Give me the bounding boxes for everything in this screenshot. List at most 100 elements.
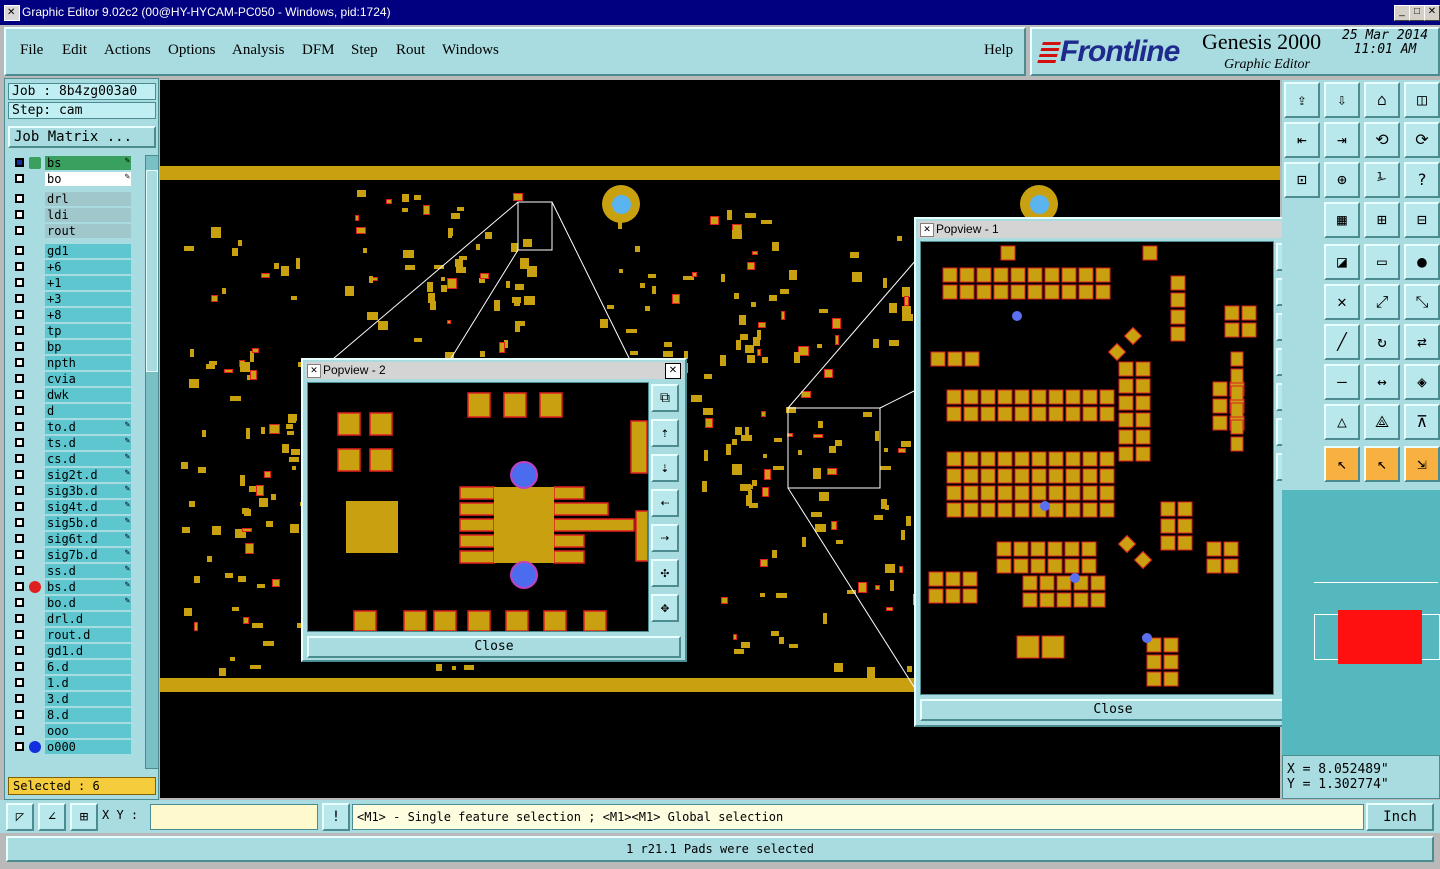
- ruler-icon[interactable]: ▭: [1364, 244, 1400, 280]
- pan-left-icon[interactable]: ⇤: [1284, 122, 1320, 158]
- layer-checkbox[interactable]: [15, 566, 24, 575]
- layer-checkbox[interactable]: [15, 678, 24, 687]
- layer-row[interactable]: gd1: [9, 243, 133, 259]
- layer-name[interactable]: bs.d: [45, 580, 131, 594]
- layer-checkbox[interactable]: [15, 518, 24, 527]
- pan-right-icon[interactable]: ⇢: [651, 524, 679, 552]
- select-pointer-icon[interactable]: ↖: [1324, 446, 1360, 482]
- layer-checkbox[interactable]: [15, 534, 24, 543]
- layer-row[interactable]: bs ✎: [9, 155, 133, 171]
- xy-input[interactable]: [150, 804, 318, 830]
- layer-checkbox[interactable]: [15, 614, 24, 623]
- layer-name[interactable]: sig7b.d: [45, 548, 131, 562]
- layer-name[interactable]: ldi: [45, 208, 131, 222]
- grid-icon[interactable]: ▦: [1324, 202, 1360, 238]
- shapes-icon[interactable]: ◈: [1404, 364, 1440, 400]
- layer-row[interactable]: bp: [9, 339, 133, 355]
- menu-actions[interactable]: Actions: [104, 42, 151, 59]
- zoom-fit-icon[interactable]: ⊡: [1284, 162, 1320, 198]
- layer-name[interactable]: o000: [45, 740, 131, 754]
- menu-file[interactable]: File: [20, 42, 43, 59]
- layer-checkbox[interactable]: [15, 210, 24, 219]
- work-layer-icon[interactable]: [29, 157, 41, 169]
- layer-checkbox[interactable]: [15, 630, 24, 639]
- snap-mode-icon[interactable]: ◸: [6, 803, 34, 831]
- unit-button[interactable]: Inch: [1366, 803, 1434, 831]
- connect-alt-icon[interactable]: ⤡: [1404, 284, 1440, 320]
- export-icon[interactable]: ⇪: [1284, 82, 1320, 118]
- pan-up-icon[interactable]: ⇡: [651, 419, 679, 447]
- grid-mode-icon[interactable]: ⊞: [70, 803, 98, 831]
- layer-row[interactable]: drl: [9, 191, 133, 207]
- layer-checkbox[interactable]: [15, 194, 24, 203]
- window-split-icon[interactable]: ◫: [1404, 82, 1440, 118]
- layer-row[interactable]: npth: [9, 355, 133, 371]
- layer-row[interactable]: tp: [9, 323, 133, 339]
- layer-checkbox[interactable]: [15, 246, 24, 255]
- layer-row[interactable]: sig3b.d ✎: [9, 483, 133, 499]
- zoom-out-icon[interactable]: ✥: [651, 594, 679, 622]
- triangle-alt-icon[interactable]: ⟁: [1364, 404, 1400, 440]
- layer-row[interactable]: rout.d: [9, 627, 133, 643]
- layer-checkbox[interactable]: [15, 438, 24, 447]
- layer-checkbox[interactable]: [15, 406, 24, 415]
- layer-name[interactable]: ooo: [45, 724, 131, 738]
- layer-checkbox[interactable]: [15, 158, 24, 167]
- popview-1-view[interactable]: [920, 241, 1274, 695]
- layer-row[interactable]: sig5b.d ✎: [9, 515, 133, 531]
- layer-checkbox[interactable]: [15, 694, 24, 703]
- layer-row[interactable]: ss.d ✎: [9, 563, 133, 579]
- triangle-icon[interactable]: △: [1324, 404, 1360, 440]
- layer-checkbox[interactable]: [15, 662, 24, 671]
- layer-row[interactable]: ts.d ✎: [9, 435, 133, 451]
- layer-checkbox[interactable]: [15, 582, 24, 591]
- layer-name[interactable]: bp: [45, 340, 131, 354]
- layer-name[interactable]: sig6t.d: [45, 532, 131, 546]
- layer-name[interactable]: to.d: [45, 420, 131, 434]
- layer-checkbox[interactable]: [15, 742, 24, 751]
- layer-checkbox[interactable]: [15, 310, 24, 319]
- layer-row[interactable]: +3: [9, 291, 133, 307]
- layer-row[interactable]: dwk: [9, 387, 133, 403]
- layer-name[interactable]: +1: [45, 276, 131, 290]
- layer-name[interactable]: npth: [45, 356, 131, 370]
- import-icon[interactable]: ⇩: [1324, 82, 1360, 118]
- layer-checkbox[interactable]: [15, 374, 24, 383]
- layer-row[interactable]: cs.d ✎: [9, 451, 133, 467]
- layer-name[interactable]: d: [45, 404, 131, 418]
- layer-checkbox[interactable]: [15, 226, 24, 235]
- layer-name[interactable]: 8.d: [45, 708, 131, 722]
- layer-list-scrollbar[interactable]: [145, 155, 159, 769]
- layer-row[interactable]: sig4t.d ✎: [9, 499, 133, 515]
- layer-row[interactable]: drl.d: [9, 611, 133, 627]
- layer-row[interactable]: 1.d: [9, 675, 133, 691]
- layer-row[interactable]: sig7b.d ✎: [9, 547, 133, 563]
- layer-name[interactable]: drl.d: [45, 612, 131, 626]
- layer-row[interactable]: rout: [9, 223, 133, 239]
- layer-name[interactable]: cvia: [45, 372, 131, 386]
- menu-edit[interactable]: Edit: [62, 42, 87, 59]
- layer-name[interactable]: +3: [45, 292, 131, 306]
- layer-checkbox[interactable]: [15, 454, 24, 463]
- angle-mode-icon[interactable]: ∠: [38, 803, 66, 831]
- zoom-center-icon[interactable]: ⊕: [1324, 162, 1360, 198]
- layer-checkbox[interactable]: [15, 342, 24, 351]
- layer-row[interactable]: ldi: [9, 207, 133, 223]
- layer-name[interactable]: 6.d: [45, 660, 131, 674]
- layer-row[interactable]: +6: [9, 259, 133, 275]
- layer-name[interactable]: ss.d: [45, 564, 131, 578]
- flip-icon[interactable]: ⇄: [1404, 324, 1440, 360]
- pan-down-icon[interactable]: ⇣: [651, 454, 679, 482]
- layer-row[interactable]: bs.d ✎: [9, 579, 133, 595]
- job-matrix-button[interactable]: Job Matrix ...: [8, 126, 156, 148]
- redo-zoom-icon[interactable]: ⟳: [1404, 122, 1440, 158]
- select-path-icon[interactable]: ⇲: [1404, 446, 1440, 482]
- layer-checkbox[interactable]: [15, 646, 24, 655]
- layer-checkbox[interactable]: [15, 598, 24, 607]
- zoom-one-to-two-icon[interactable]: ⅟: [1364, 162, 1400, 198]
- layer-checkbox[interactable]: [15, 278, 24, 287]
- scrollbar-thumb[interactable]: [146, 170, 158, 372]
- layer-name[interactable]: sig2t.d: [45, 468, 131, 482]
- close-window-button[interactable]: ✕: [1424, 5, 1440, 21]
- layer-row[interactable]: d: [9, 403, 133, 419]
